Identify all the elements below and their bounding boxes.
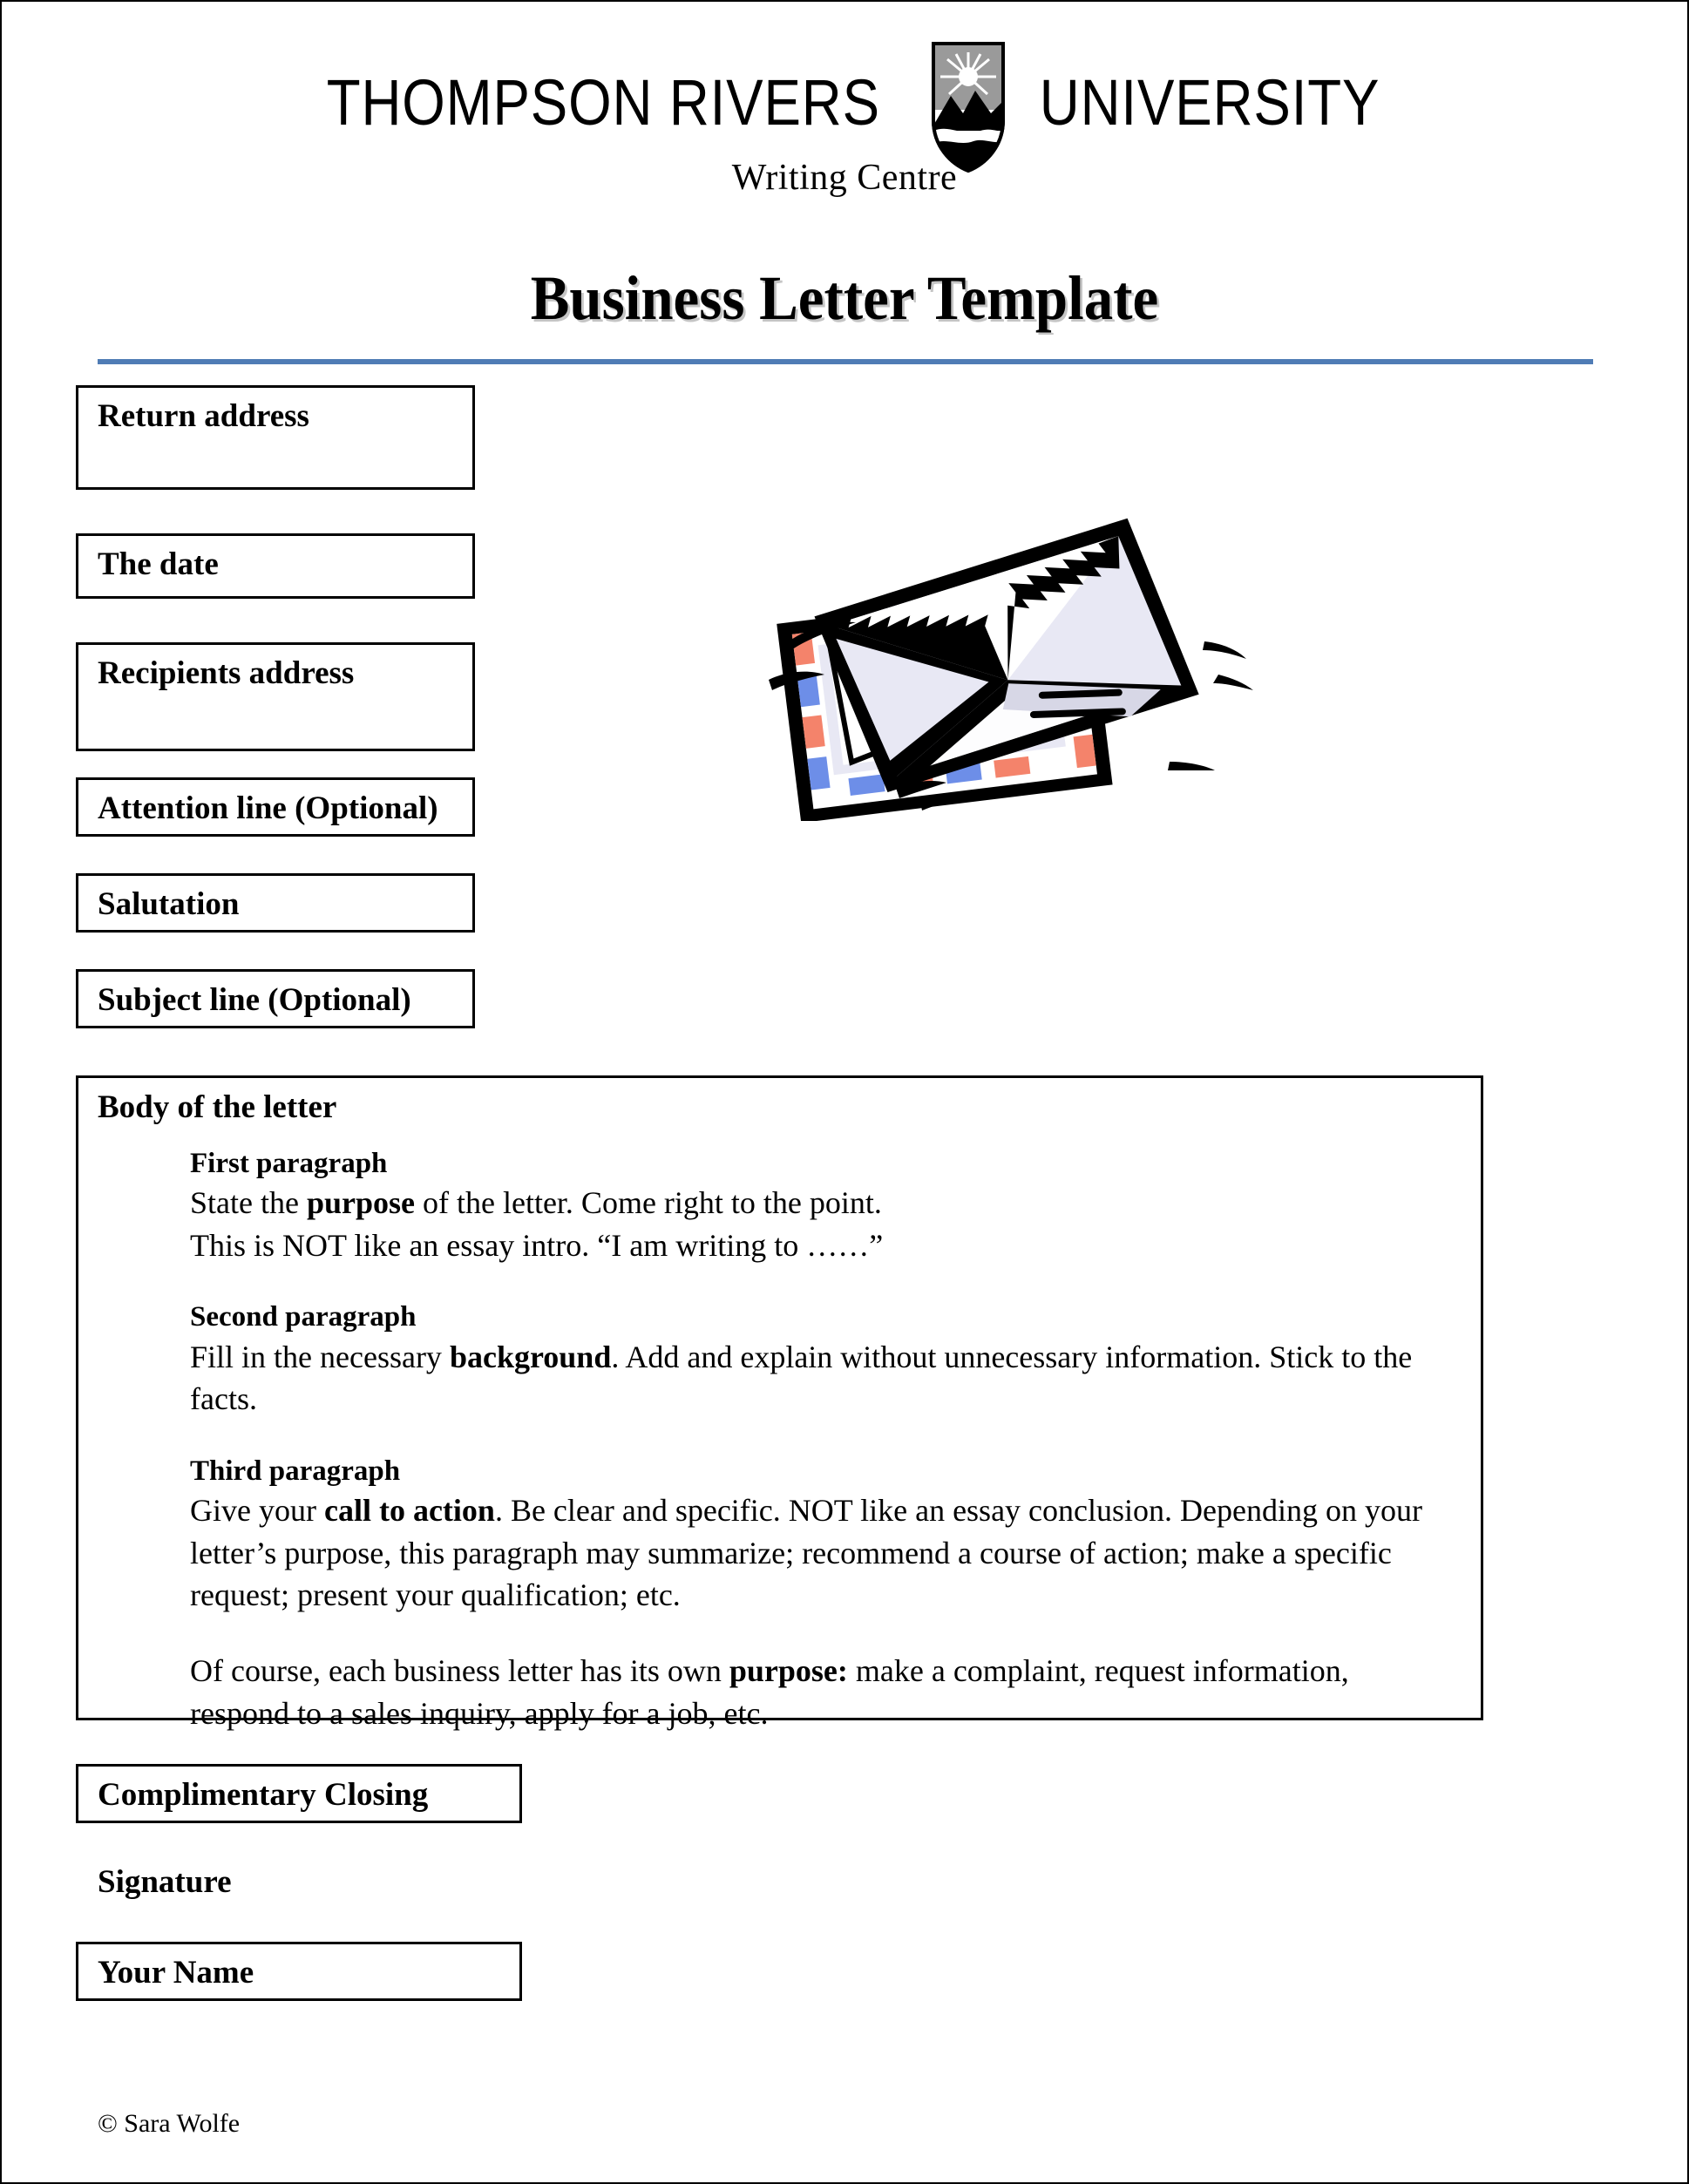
field-label-return-address: Return address (98, 398, 309, 434)
field-subject-line[interactable]: Subject line (Optional) (76, 969, 475, 1028)
emphasis-text: call to action (323, 1493, 495, 1529)
department-name: Writing Centre (731, 158, 958, 198)
envelopes-clipart-icon (734, 455, 1274, 824)
paragraph-text: Of course, each business letter has its … (190, 1650, 1454, 1734)
field-your-name[interactable]: Your Name (76, 1942, 522, 2001)
field-label-signature: Signature (98, 1864, 232, 1900)
field-the-date[interactable]: The date (76, 533, 475, 599)
tru-shield-crest-icon (928, 40, 1008, 173)
title-divider (98, 359, 1593, 364)
field-recipients-address[interactable]: Recipients address (76, 642, 475, 751)
wordmark-text-left: THOMPSON RIVERS (326, 66, 880, 139)
field-label-attention-line: Attention line (Optional) (98, 790, 438, 826)
paragraph-text: State the purpose of the letter. Come ri… (190, 1182, 1454, 1224)
field-label-the-date: The date (98, 546, 219, 582)
paragraph-text: Give your call to action. Be clear and s… (190, 1489, 1454, 1617)
field-return-address[interactable]: Return address (76, 385, 475, 490)
emphasis-text: purpose: (729, 1652, 848, 1688)
paragraph-text: Fill in the necessary background. Add an… (190, 1336, 1454, 1421)
body-text: Fill in the necessary (190, 1339, 450, 1374)
body-text: State the (190, 1185, 307, 1221)
copyright-notice: © Sara Wolfe (98, 2109, 241, 2138)
field-label-subject-line: Subject line (Optional) (98, 982, 411, 1018)
field-label-recipients-address: Recipients address (98, 655, 355, 691)
paragraph-subheading: First paragraph (190, 1148, 388, 1179)
field-label-your-name: Your Name (98, 1955, 254, 1991)
body-text: of the letter. Come right to the point. (415, 1185, 882, 1221)
field-label-salutation: Salutation (98, 886, 240, 922)
body-heading: Body of the letter (98, 1089, 337, 1125)
paragraph-subheading: Second paragraph (190, 1301, 417, 1333)
paragraph-subheading: Third paragraph (190, 1455, 401, 1487)
field-complimentary-closing[interactable]: Complimentary Closing (76, 1764, 522, 1823)
university-masthead: THOMPSON RIVERS UNIVERSITY Writing Centr… (2, 42, 1687, 199)
paragraph-text: This is NOT like an essay intro. “I am w… (190, 1224, 1454, 1267)
field-attention-line[interactable]: Attention line (Optional) (76, 777, 475, 837)
body-content: First paragraph State the purpose of the … (190, 1146, 1454, 1734)
emphasis-text: purpose (306, 1185, 415, 1221)
field-salutation[interactable]: Salutation (76, 873, 475, 933)
emphasis-text: background (449, 1339, 612, 1374)
field-label-complimentary-closing: Complimentary Closing (98, 1777, 429, 1813)
body-text: Of course, each business letter has its … (190, 1652, 729, 1688)
body-text: This is NOT like an essay intro. “I am w… (190, 1227, 884, 1263)
wordmark-text-right: UNIVERSITY (1040, 66, 1380, 139)
body-text: Give your (190, 1493, 324, 1529)
field-body-of-letter[interactable]: Body of the letter First paragraph State … (76, 1075, 1483, 1731)
tru-wordmark: THOMPSON RIVERS UNIVERSITY (282, 42, 1408, 173)
document-page: THOMPSON RIVERS UNIVERSITY Writing Centr… (0, 0, 1689, 2184)
page-title: Business Letter Template (530, 263, 1159, 333)
